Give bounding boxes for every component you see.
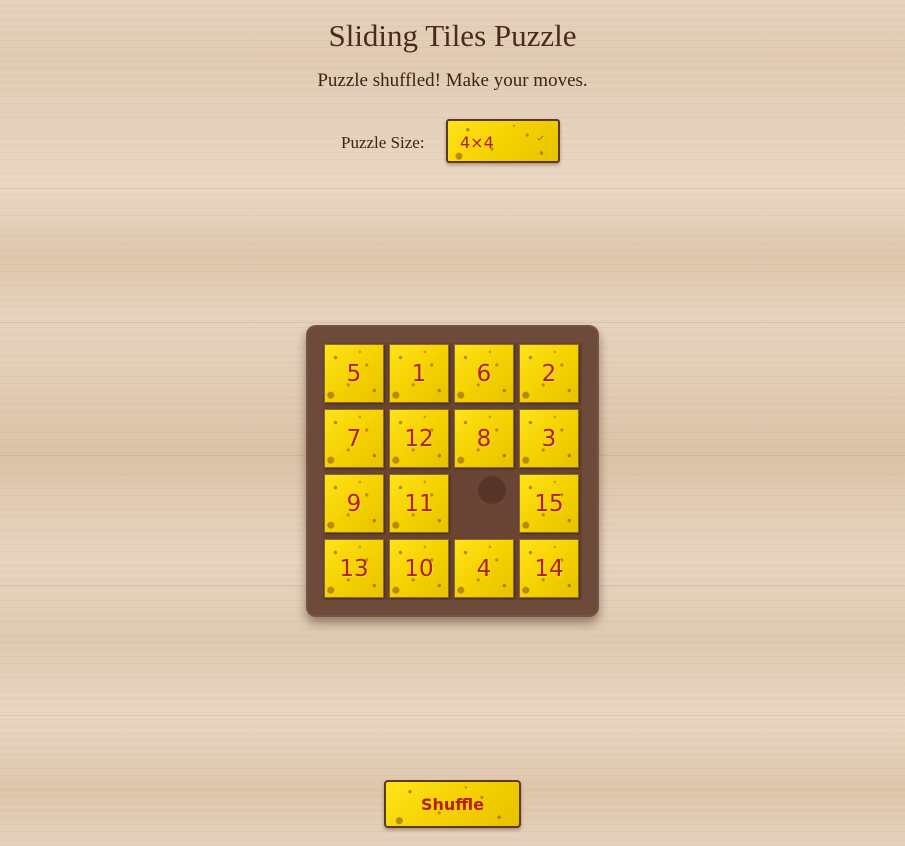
wood-plank-seam <box>0 715 905 716</box>
tile-10[interactable]: 10 <box>389 539 449 598</box>
tile-2[interactable]: 2 <box>519 344 579 403</box>
tile-7[interactable]: 7 <box>324 409 384 468</box>
tile-number: 1 <box>411 360 427 387</box>
tile-12[interactable]: 12 <box>389 409 449 468</box>
tile-number: 9 <box>346 490 362 517</box>
empty-slot-marker <box>478 476 506 504</box>
tile-3[interactable]: 3 <box>519 409 579 468</box>
page-title: Sliding Tiles Puzzle <box>328 18 577 53</box>
tile-number: 6 <box>476 360 492 387</box>
shuffle-button-label: Shuffle <box>420 794 484 814</box>
puzzle-board: 5 1 6 2 7 12 8 3 9 11 15 13 10 4 14 <box>306 325 599 617</box>
tile-8[interactable]: 8 <box>454 409 514 468</box>
tile-number: 13 <box>339 555 369 582</box>
chevron-down-icon: ✓ <box>535 133 546 143</box>
tile-number: 15 <box>534 490 564 517</box>
tile-number: 5 <box>346 360 362 387</box>
empty-slot <box>454 474 514 533</box>
tile-number: 2 <box>541 360 557 387</box>
tile-4[interactable]: 4 <box>454 539 514 598</box>
wood-plank-seam <box>0 322 905 323</box>
status-message: Puzzle shuffled! Make your moves. <box>317 70 588 91</box>
tile-6[interactable]: 6 <box>454 344 514 403</box>
wood-plank-seam <box>0 188 905 189</box>
tile-1[interactable]: 1 <box>389 344 449 403</box>
tile-5[interactable]: 5 <box>324 344 384 403</box>
tile-number: 3 <box>541 425 557 452</box>
tile-number: 7 <box>346 425 362 452</box>
tile-15[interactable]: 15 <box>519 474 579 533</box>
puzzle-size-value: 4×4 <box>460 133 494 152</box>
tile-number: 12 <box>404 425 434 452</box>
puzzle-size-select[interactable]: 4×4 ✓ <box>446 119 560 163</box>
puzzle-size-label: Puzzle Size: <box>341 133 425 152</box>
tile-number: 10 <box>404 555 434 582</box>
shuffle-button[interactable]: Shuffle <box>384 780 521 828</box>
tile-number: 14 <box>534 555 564 582</box>
tile-11[interactable]: 11 <box>389 474 449 533</box>
tile-13[interactable]: 13 <box>324 539 384 598</box>
tile-number: 4 <box>476 555 492 582</box>
tile-number: 11 <box>404 490 434 517</box>
tile-9[interactable]: 9 <box>324 474 384 533</box>
tile-grid: 5 1 6 2 7 12 8 3 9 11 15 13 10 4 14 <box>323 343 582 600</box>
tile-14[interactable]: 14 <box>519 539 579 598</box>
tile-number: 8 <box>476 425 492 452</box>
